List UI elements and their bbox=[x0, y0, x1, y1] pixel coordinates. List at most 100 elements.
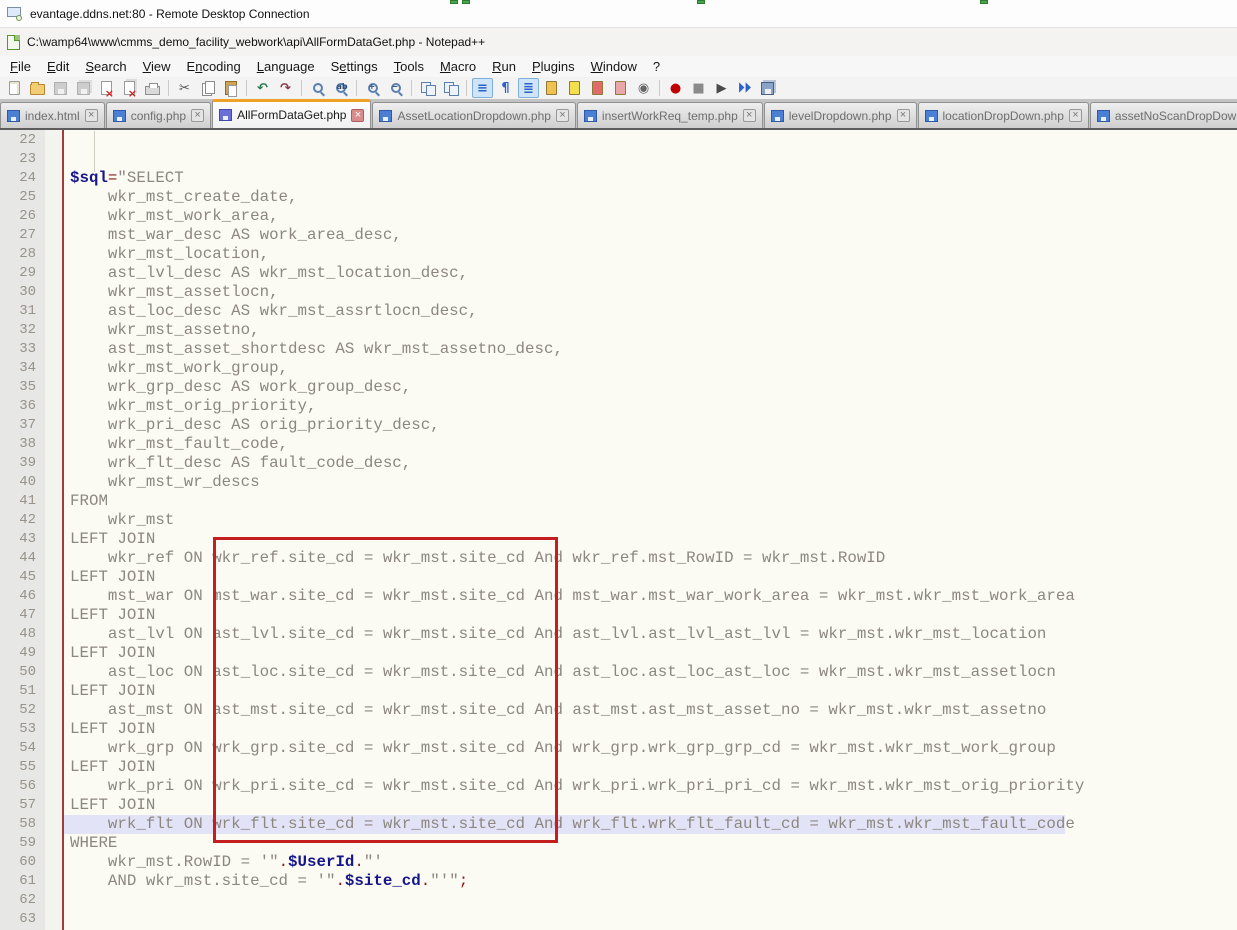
menu-window[interactable]: Window bbox=[583, 57, 645, 76]
copy-icon[interactable] bbox=[197, 78, 218, 98]
undo-icon[interactable]: ↶ bbox=[252, 78, 273, 98]
tab-index.html[interactable]: index.html × bbox=[0, 102, 105, 128]
code-line-35: 35 wrk_grp_desc AS work_group_desc, bbox=[0, 378, 1237, 397]
close-icon[interactable] bbox=[96, 78, 117, 98]
line-number: 24 bbox=[0, 169, 45, 188]
notepadpp-icon bbox=[7, 35, 20, 50]
code-line-49: 49LEFT JOIN bbox=[0, 644, 1237, 663]
new-file-icon[interactable] bbox=[4, 78, 25, 98]
line-number: 57 bbox=[0, 796, 45, 815]
line-number: 32 bbox=[0, 321, 45, 340]
show-all-characters-icon[interactable]: ¶ bbox=[495, 78, 516, 98]
code-line-24: 24$sql="SELECT bbox=[0, 169, 1237, 188]
line-number: 33 bbox=[0, 340, 45, 359]
print-icon[interactable] bbox=[142, 78, 163, 98]
monitoring-eye-icon[interactable]: ◉ bbox=[633, 78, 654, 98]
macro-record-icon[interactable]: ● bbox=[665, 78, 686, 98]
code-line-54: 54 wrk_grp ON wrk_grp.site_cd = wkr_mst.… bbox=[0, 739, 1237, 758]
menu-encoding[interactable]: Encoding bbox=[179, 57, 249, 76]
code-text: LEFT JOIN bbox=[64, 796, 1237, 815]
sync-vertical-scroll-icon[interactable] bbox=[417, 78, 438, 98]
tab-AllFormDataGet.php[interactable]: AllFormDataGet.php× bbox=[212, 99, 371, 128]
menu-language[interactable]: Language bbox=[249, 57, 323, 76]
macro-run-multiple-icon[interactable]: ⏵⏵ bbox=[734, 78, 755, 98]
tab-insertWorkReq_temp.php[interactable]: insertWorkReq_temp.php× bbox=[577, 102, 763, 128]
macro-stop-icon[interactable]: ■ bbox=[688, 78, 709, 98]
code-text: wrk_grp ON wrk_grp.site_cd = wkr_mst.sit… bbox=[64, 739, 1237, 758]
line-number: 45 bbox=[0, 568, 45, 587]
code-line-33: 33 ast_mst_asset_shortdesc AS wkr_mst_as… bbox=[0, 340, 1237, 359]
save-all-icon[interactable] bbox=[73, 78, 94, 98]
macro-play-icon[interactable]: ▶ bbox=[711, 78, 732, 98]
document-list-icon[interactable] bbox=[587, 78, 608, 98]
menu-[interactable]: ? bbox=[645, 57, 668, 76]
close-tab-icon[interactable]: × bbox=[897, 109, 910, 122]
close-tab-icon[interactable]: × bbox=[351, 109, 364, 122]
code-line-48: 48 ast_lvl ON ast_lvl.site_cd = wkr_mst.… bbox=[0, 625, 1237, 644]
tab-locationDropDown.php[interactable]: locationDropDown.php× bbox=[918, 102, 1089, 128]
tab-config.php[interactable]: config.php× bbox=[106, 102, 211, 128]
code-text: ast_mst_asset_shortdesc AS wkr_mst_asset… bbox=[64, 340, 1237, 359]
zoom-in-icon[interactable]: + bbox=[362, 78, 383, 98]
code-line-38: 38 wkr_mst_fault_code, bbox=[0, 435, 1237, 454]
menu-search[interactable]: Search bbox=[77, 57, 134, 76]
zoom-out-icon[interactable]: − bbox=[385, 78, 406, 98]
macro-save-icon[interactable] bbox=[757, 78, 778, 98]
tab-assetNoScanDropDown.php[interactable]: assetNoScanDropDown.php× bbox=[1090, 102, 1237, 128]
code-text: wkr_mst_work_group, bbox=[64, 359, 1237, 378]
find-icon[interactable] bbox=[307, 78, 328, 98]
close-all-icon[interactable] bbox=[119, 78, 140, 98]
code-line-51: 51LEFT JOIN bbox=[0, 682, 1237, 701]
code-line-63: 63 bbox=[0, 910, 1237, 929]
close-tab-icon[interactable]: × bbox=[191, 109, 204, 122]
code-line-60: 60 wkr_mst.RowID = '".$UserId."' bbox=[0, 853, 1237, 872]
code-text: LEFT JOIN bbox=[64, 720, 1237, 739]
saved-file-icon bbox=[219, 109, 232, 121]
close-tab-icon[interactable]: × bbox=[85, 109, 98, 122]
code-line-28: 28 wkr_mst_location, bbox=[0, 245, 1237, 264]
toolbar-separator bbox=[246, 80, 247, 96]
close-tab-icon[interactable]: × bbox=[556, 109, 569, 122]
toolbar-separator bbox=[659, 80, 660, 96]
line-number: 49 bbox=[0, 644, 45, 663]
close-tab-icon[interactable]: × bbox=[1069, 109, 1082, 122]
menu-plugins[interactable]: Plugins bbox=[524, 57, 583, 76]
menu-macro[interactable]: Macro bbox=[432, 57, 484, 76]
open-folder-icon[interactable] bbox=[27, 78, 48, 98]
line-number: 60 bbox=[0, 853, 45, 872]
document-map-icon[interactable] bbox=[541, 78, 562, 98]
code-text: mst_war ON mst_war.site_cd = wkr_mst.sit… bbox=[64, 587, 1237, 606]
menu-run[interactable]: Run bbox=[484, 57, 524, 76]
sync-horizontal-scroll-icon[interactable] bbox=[440, 78, 461, 98]
code-line-25: 25 wkr_mst_create_date, bbox=[0, 188, 1237, 207]
document-switcher-icon[interactable] bbox=[610, 78, 631, 98]
tab-levelDropdown.php[interactable]: levelDropdown.php × bbox=[764, 102, 917, 128]
line-number: 48 bbox=[0, 625, 45, 644]
tab-label: index.html bbox=[25, 109, 80, 123]
tab-label: levelDropdown.php bbox=[789, 109, 892, 123]
menu-file[interactable]: File bbox=[2, 57, 39, 76]
menu-edit[interactable]: Edit bbox=[39, 57, 77, 76]
redo-icon[interactable]: ↷ bbox=[275, 78, 296, 98]
menu-view[interactable]: View bbox=[135, 57, 179, 76]
cut-icon[interactable]: ✂ bbox=[174, 78, 195, 98]
saved-file-icon bbox=[584, 110, 597, 122]
menu-settings[interactable]: Settings bbox=[323, 57, 386, 76]
paste-icon[interactable] bbox=[220, 78, 241, 98]
function-list-icon[interactable] bbox=[564, 78, 585, 98]
close-tab-icon[interactable]: × bbox=[743, 109, 756, 122]
editor[interactable]: 222324$sql="SELECT25 wkr_mst_create_date… bbox=[0, 130, 1237, 930]
replace-icon[interactable]: ab bbox=[330, 78, 351, 98]
code-text: AND wkr_mst.site_cd = '".$site_cd."'"; bbox=[64, 872, 1237, 891]
indent-guide-icon[interactable]: ≣ bbox=[518, 78, 539, 98]
tab-label: AssetLocationDropdown.php bbox=[397, 109, 550, 123]
code-text: wkr_mst_orig_priority, bbox=[64, 397, 1237, 416]
word-wrap-icon[interactable]: ≡ bbox=[472, 78, 493, 98]
code-text: ast_loc ON ast_loc.site_cd = wkr_mst.sit… bbox=[64, 663, 1237, 682]
line-number: 43 bbox=[0, 530, 45, 549]
save-icon[interactable] bbox=[50, 78, 71, 98]
menu-tools[interactable]: Tools bbox=[386, 57, 432, 76]
code-area[interactable]: 222324$sql="SELECT25 wkr_mst_create_date… bbox=[0, 131, 1237, 929]
tab-AssetLocationDropdown.php[interactable]: AssetLocationDropdown.php × bbox=[372, 102, 575, 128]
code-text: wrk_pri ON wrk_pri.site_cd = wkr_mst.sit… bbox=[64, 777, 1237, 796]
